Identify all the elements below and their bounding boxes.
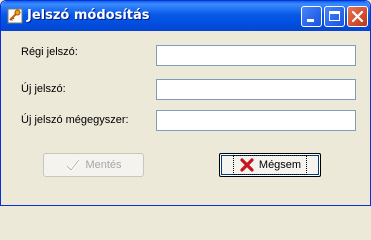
cancel-button-label: Mégsem — [258, 159, 302, 171]
minimize-button[interactable] — [301, 6, 322, 27]
save-button-label: Mentés — [85, 159, 122, 171]
old-password-label: Régi jelszó: — [21, 46, 78, 58]
minimize-icon — [307, 19, 314, 22]
old-password-field[interactable] — [156, 45, 356, 66]
confirm-password-label: Új jelszó mégegyszer: — [21, 114, 129, 126]
maximize-button[interactable] — [324, 6, 345, 27]
focus-rectangle: Mégsem — [232, 155, 308, 175]
close-button[interactable] — [347, 6, 368, 27]
cancel-button[interactable]: Mégsem — [219, 153, 321, 177]
confirm-password-field[interactable] — [156, 110, 356, 131]
red-x-icon — [240, 158, 254, 172]
close-icon — [351, 10, 364, 23]
new-password-field[interactable] — [156, 79, 356, 100]
save-button[interactable]: Mentés — [43, 153, 144, 177]
maximize-icon — [329, 11, 340, 21]
new-password-label: Új jelszó: — [21, 83, 66, 95]
checkmark-icon — [66, 159, 81, 172]
window-title: Jelszó módosítás — [27, 8, 150, 23]
title-bar[interactable]: Jelszó módosítás — [1, 1, 370, 31]
key-icon[interactable] — [7, 8, 23, 24]
password-change-dialog: Jelszó módosítás Régi jelszó: Új jelszó:… — [0, 0, 371, 206]
